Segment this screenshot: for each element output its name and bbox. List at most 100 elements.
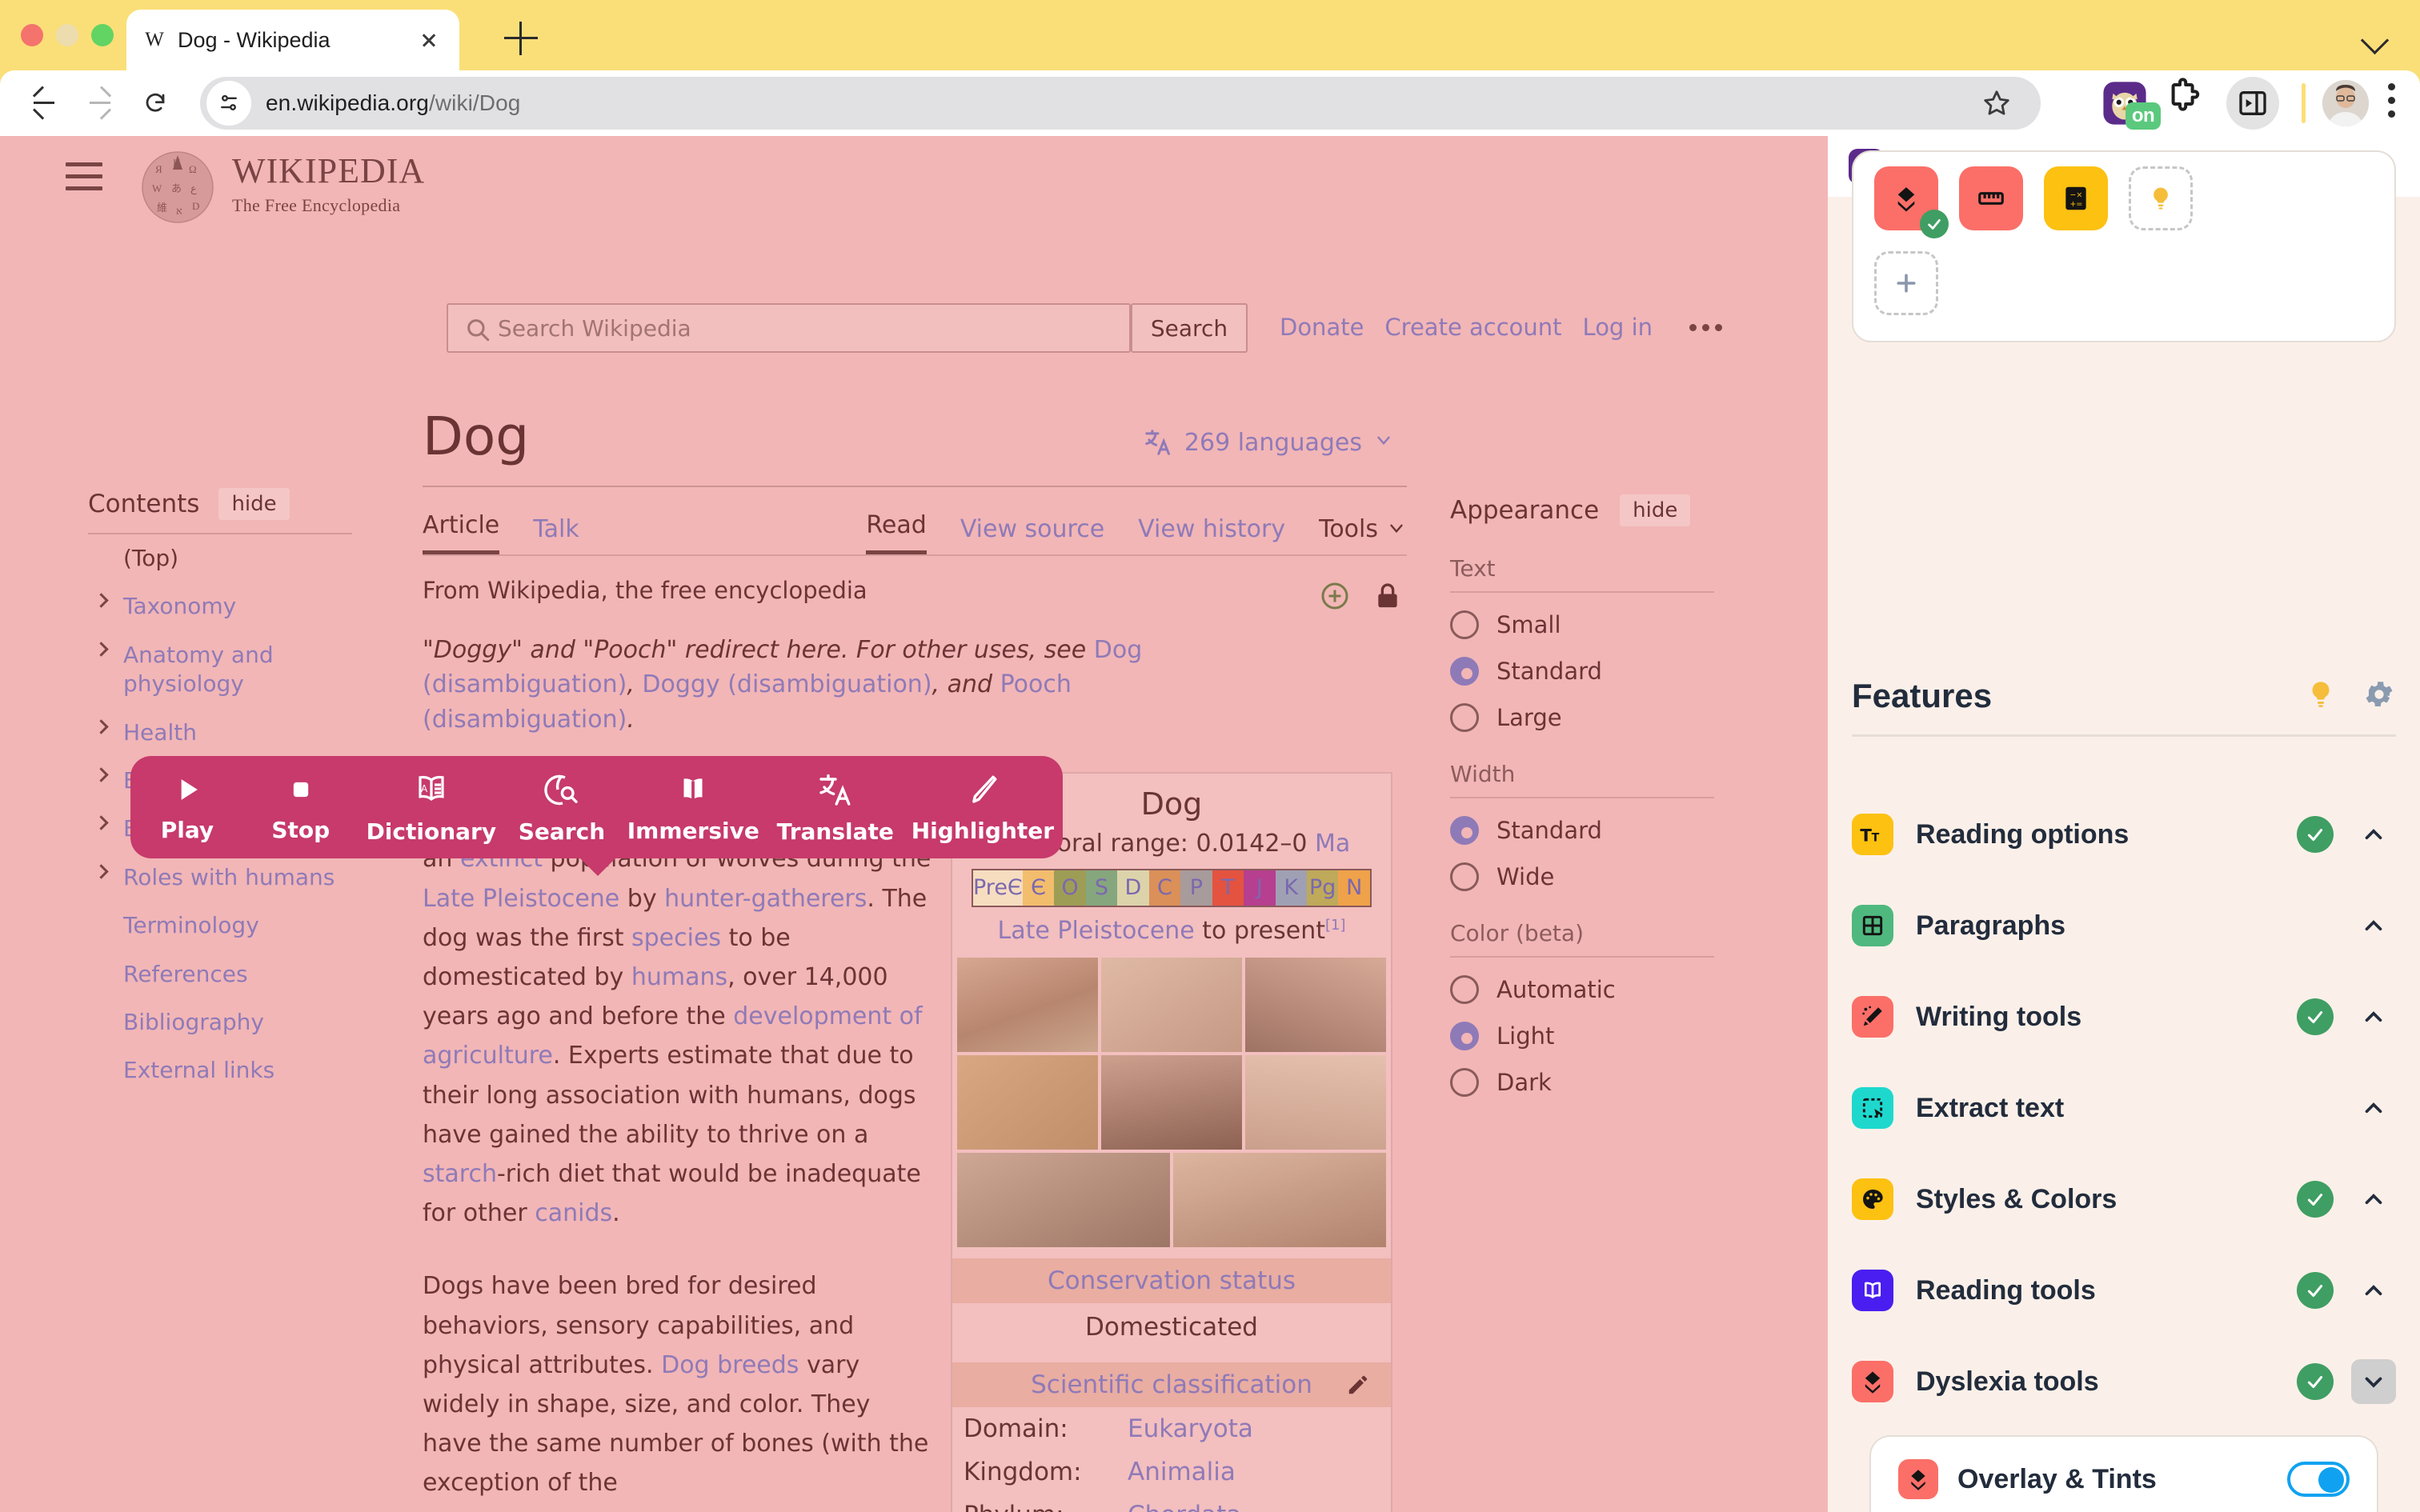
window-minimize-button[interactable] <box>56 24 78 46</box>
chevron-up-icon[interactable] <box>2351 1086 2396 1130</box>
geo-period-jurassic[interactable]: J <box>1244 870 1276 906</box>
site-settings-icon[interactable] <box>206 81 251 126</box>
temporal-range-unit[interactable]: Ma <box>1315 830 1350 858</box>
feature-reading-tools[interactable]: Reading tools <box>1852 1245 2396 1336</box>
chevron-up-icon[interactable] <box>2351 1177 2396 1222</box>
search-input[interactable]: Search Wikipedia <box>447 303 1131 353</box>
chevron-down-icon[interactable] <box>1373 429 1394 457</box>
late-pleistocene-link[interactable]: Late Pleistocene <box>423 885 619 913</box>
browser-tab[interactable]: W Dog - Wikipedia <box>126 10 459 70</box>
radio-icon[interactable] <box>1450 610 1479 639</box>
geo-period-ordovician[interactable]: O <box>1054 870 1086 906</box>
radio-icon[interactable] <box>1450 975 1479 1004</box>
feature-enabled-check[interactable] <box>2297 1272 2334 1309</box>
donate-link[interactable]: Donate <box>1280 314 1364 341</box>
calculator-tile[interactable]: −× += <box>2044 166 2108 230</box>
feature-extract-text[interactable]: Extract text <box>1852 1062 2396 1154</box>
chevron-right-icon[interactable] <box>94 864 109 879</box>
geo-period-cretaceous[interactable]: K <box>1275 870 1307 906</box>
late-pleistocene-link[interactable]: Late Pleistocene <box>998 917 1195 945</box>
dog-breeds-link[interactable]: Dog breeds <box>661 1351 799 1379</box>
starch-link[interactable]: starch <box>423 1160 497 1188</box>
radio-icon-selected[interactable] <box>1450 1022 1479 1050</box>
toc-item-external-links[interactable]: External links <box>88 1046 352 1094</box>
radio-icon[interactable] <box>1450 703 1479 732</box>
wikipedia-wordmark[interactable]: WIKIPEDIA The Free Encyclopedia <box>232 154 425 216</box>
chevron-right-icon[interactable] <box>94 718 109 734</box>
window-close-button[interactable] <box>21 24 43 46</box>
tab-view-history[interactable]: View history <box>1138 515 1285 554</box>
edit-pencil-icon[interactable] <box>1346 1373 1370 1403</box>
infobox-image-collage[interactable] <box>952 958 1391 1247</box>
radio-color-dark[interactable]: Dark <box>1450 1068 1714 1097</box>
forward-button[interactable] <box>77 81 122 126</box>
tab-read[interactable]: Read <box>866 511 927 554</box>
feature-enabled-check[interactable] <box>2297 816 2334 853</box>
dog-photo[interactable] <box>1245 958 1386 1052</box>
chevron-up-icon[interactable] <box>2351 1268 2396 1313</box>
geo-period-paleogene[interactable]: Pg <box>1307 870 1339 906</box>
geo-period-silurian[interactable]: S <box>1085 870 1118 906</box>
chevron-right-icon[interactable] <box>94 593 109 609</box>
create-account-link[interactable]: Create account <box>1384 314 1561 341</box>
toc-item-label[interactable]: Taxonomy <box>123 593 236 619</box>
side-panel-toggle-icon[interactable] <box>2226 77 2279 130</box>
bookmark-star-icon[interactable] <box>1981 88 2012 118</box>
settings-gear-icon[interactable] <box>2362 678 2396 715</box>
tab-article[interactable]: Article <box>423 511 500 554</box>
more-options-icon[interactable] <box>1689 323 1722 331</box>
toc-item-top[interactable]: (Top) <box>88 534 352 582</box>
chevron-down-icon[interactable] <box>2351 1359 2396 1404</box>
toc-item-health[interactable]: Health <box>88 709 352 757</box>
browser-menu-icon[interactable] <box>2386 83 2396 123</box>
geo-period-devonian[interactable]: D <box>1117 870 1149 906</box>
overlay-tints-tile[interactable] <box>1874 166 1949 238</box>
highlighter-button[interactable]: Highlighter <box>912 771 1054 844</box>
dictionary-button[interactable]: A Dictionary <box>367 770 496 845</box>
dog-photo[interactable] <box>957 958 1098 1052</box>
protected-page-lock-icon[interactable] <box>1372 580 1404 615</box>
geo-period-permian[interactable]: P <box>1180 870 1212 906</box>
feature-enabled-check[interactable] <box>2297 1181 2334 1218</box>
chevron-down-icon[interactable] <box>1386 517 1407 554</box>
species-link[interactable]: species <box>631 924 721 952</box>
play-button[interactable]: Play <box>139 772 235 843</box>
new-tab-button[interactable] <box>504 22 538 55</box>
feature-dyslexia-tools[interactable]: Dyslexia tools <box>1852 1336 2396 1427</box>
tips-tile[interactable] <box>2129 166 2193 230</box>
radio-text-large[interactable]: Large <box>1450 703 1714 732</box>
radio-text-small[interactable]: Small <box>1450 610 1714 639</box>
tab-tools[interactable]: Tools <box>1319 515 1378 554</box>
toc-item-label[interactable]: Health <box>123 719 197 746</box>
translate-button[interactable]: Translate <box>777 770 894 845</box>
radio-color-automatic[interactable]: Automatic <box>1450 975 1714 1004</box>
wikipedia-globe-logo[interactable]: ЯИΩ Wあع 維אD <box>138 146 218 226</box>
radio-width-wide[interactable]: Wide <box>1450 862 1714 891</box>
taxonomy-value[interactable]: Chordata <box>1128 1501 1241 1512</box>
toc-item-terminology[interactable]: Terminology <box>88 902 352 950</box>
toc-item-bibliography[interactable]: Bibliography <box>88 998 352 1046</box>
dog-photo[interactable] <box>957 1055 1098 1150</box>
chevron-down-icon[interactable] <box>2359 21 2391 53</box>
chevron-up-icon[interactable] <box>2351 812 2396 857</box>
language-selector[interactable]: 269 languages <box>1143 427 1394 458</box>
contents-hide-button[interactable]: hide <box>218 488 290 520</box>
geo-period-precambrian[interactable]: PreЄ <box>973 870 1023 906</box>
search-button[interactable]: Search <box>514 770 610 845</box>
humans-link[interactable]: humans <box>631 963 727 991</box>
chevron-up-icon[interactable] <box>2351 903 2396 948</box>
toc-item-label[interactable]: Terminology <box>123 912 259 938</box>
toc-item-label[interactable]: Bibliography <box>123 1009 264 1035</box>
toc-item-label[interactable]: References <box>123 961 248 987</box>
close-icon[interactable] <box>415 26 443 54</box>
radio-icon-selected[interactable] <box>1450 657 1479 686</box>
radio-color-light[interactable]: Light <box>1450 1022 1714 1050</box>
dog-photo[interactable] <box>1101 1055 1242 1150</box>
address-bar[interactable]: en.wikipedia.org/wiki/Dog <box>200 77 2041 130</box>
chevron-up-icon[interactable] <box>2351 994 2396 1039</box>
doggy-disambiguation-link[interactable]: Doggy (disambiguation) <box>642 670 932 698</box>
feature-styles-and-colors[interactable]: Styles & Colors <box>1852 1154 2396 1245</box>
helperbird-extension-icon[interactable]: on <box>2101 80 2161 130</box>
feature-reading-options[interactable]: TT Reading options <box>1852 789 2396 880</box>
main-menu-icon[interactable] <box>66 162 102 190</box>
